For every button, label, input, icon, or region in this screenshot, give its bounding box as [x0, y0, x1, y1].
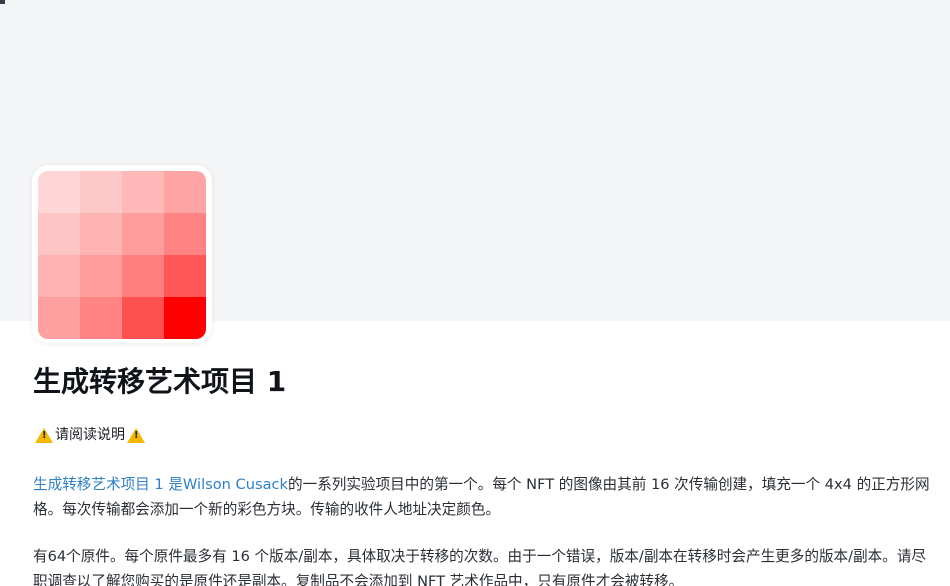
grid-cell [80, 297, 122, 339]
page-title: 生成转移艺术项目 1 [33, 365, 287, 398]
grid-cell [164, 171, 206, 213]
grid-cell [122, 297, 164, 339]
grid-cell [122, 255, 164, 297]
grid-cell [164, 255, 206, 297]
read-notice: 请阅读说明 [33, 424, 938, 446]
grid-cell [164, 297, 206, 339]
collection-avatar[interactable] [32, 165, 212, 343]
grid-cell [38, 297, 80, 339]
corner-mark [0, 0, 5, 4]
grid-cell [38, 255, 80, 297]
notice-text: 请阅读说明 [55, 427, 125, 443]
editions-paragraph: 有64个原件。每个原件最多有 16 个版本/副本，具体取决于转移的次数。由于一个… [33, 548, 927, 586]
grid-cell [80, 213, 122, 255]
grid-cell [80, 255, 122, 297]
grid-cell [80, 171, 122, 213]
grid-cell [122, 213, 164, 255]
project-details: 生成转移艺术项目 1 请阅读说明 生成转移艺术项目 1 是Wilson Cusa… [33, 360, 938, 586]
pixel-art-grid [38, 171, 206, 339]
grid-cell [122, 171, 164, 213]
grid-cell [38, 171, 80, 213]
grid-cell [38, 213, 80, 255]
warning-icon [127, 427, 145, 443]
grid-cell [164, 213, 206, 255]
warning-icon [35, 427, 53, 443]
description-paragraph: 生成转移艺术项目 1 是Wilson Cusack的一系列实验项目中的第一个。每… [33, 472, 938, 522]
artist-link[interactable]: 生成转移艺术项目 1 是Wilson Cusack [33, 476, 288, 493]
